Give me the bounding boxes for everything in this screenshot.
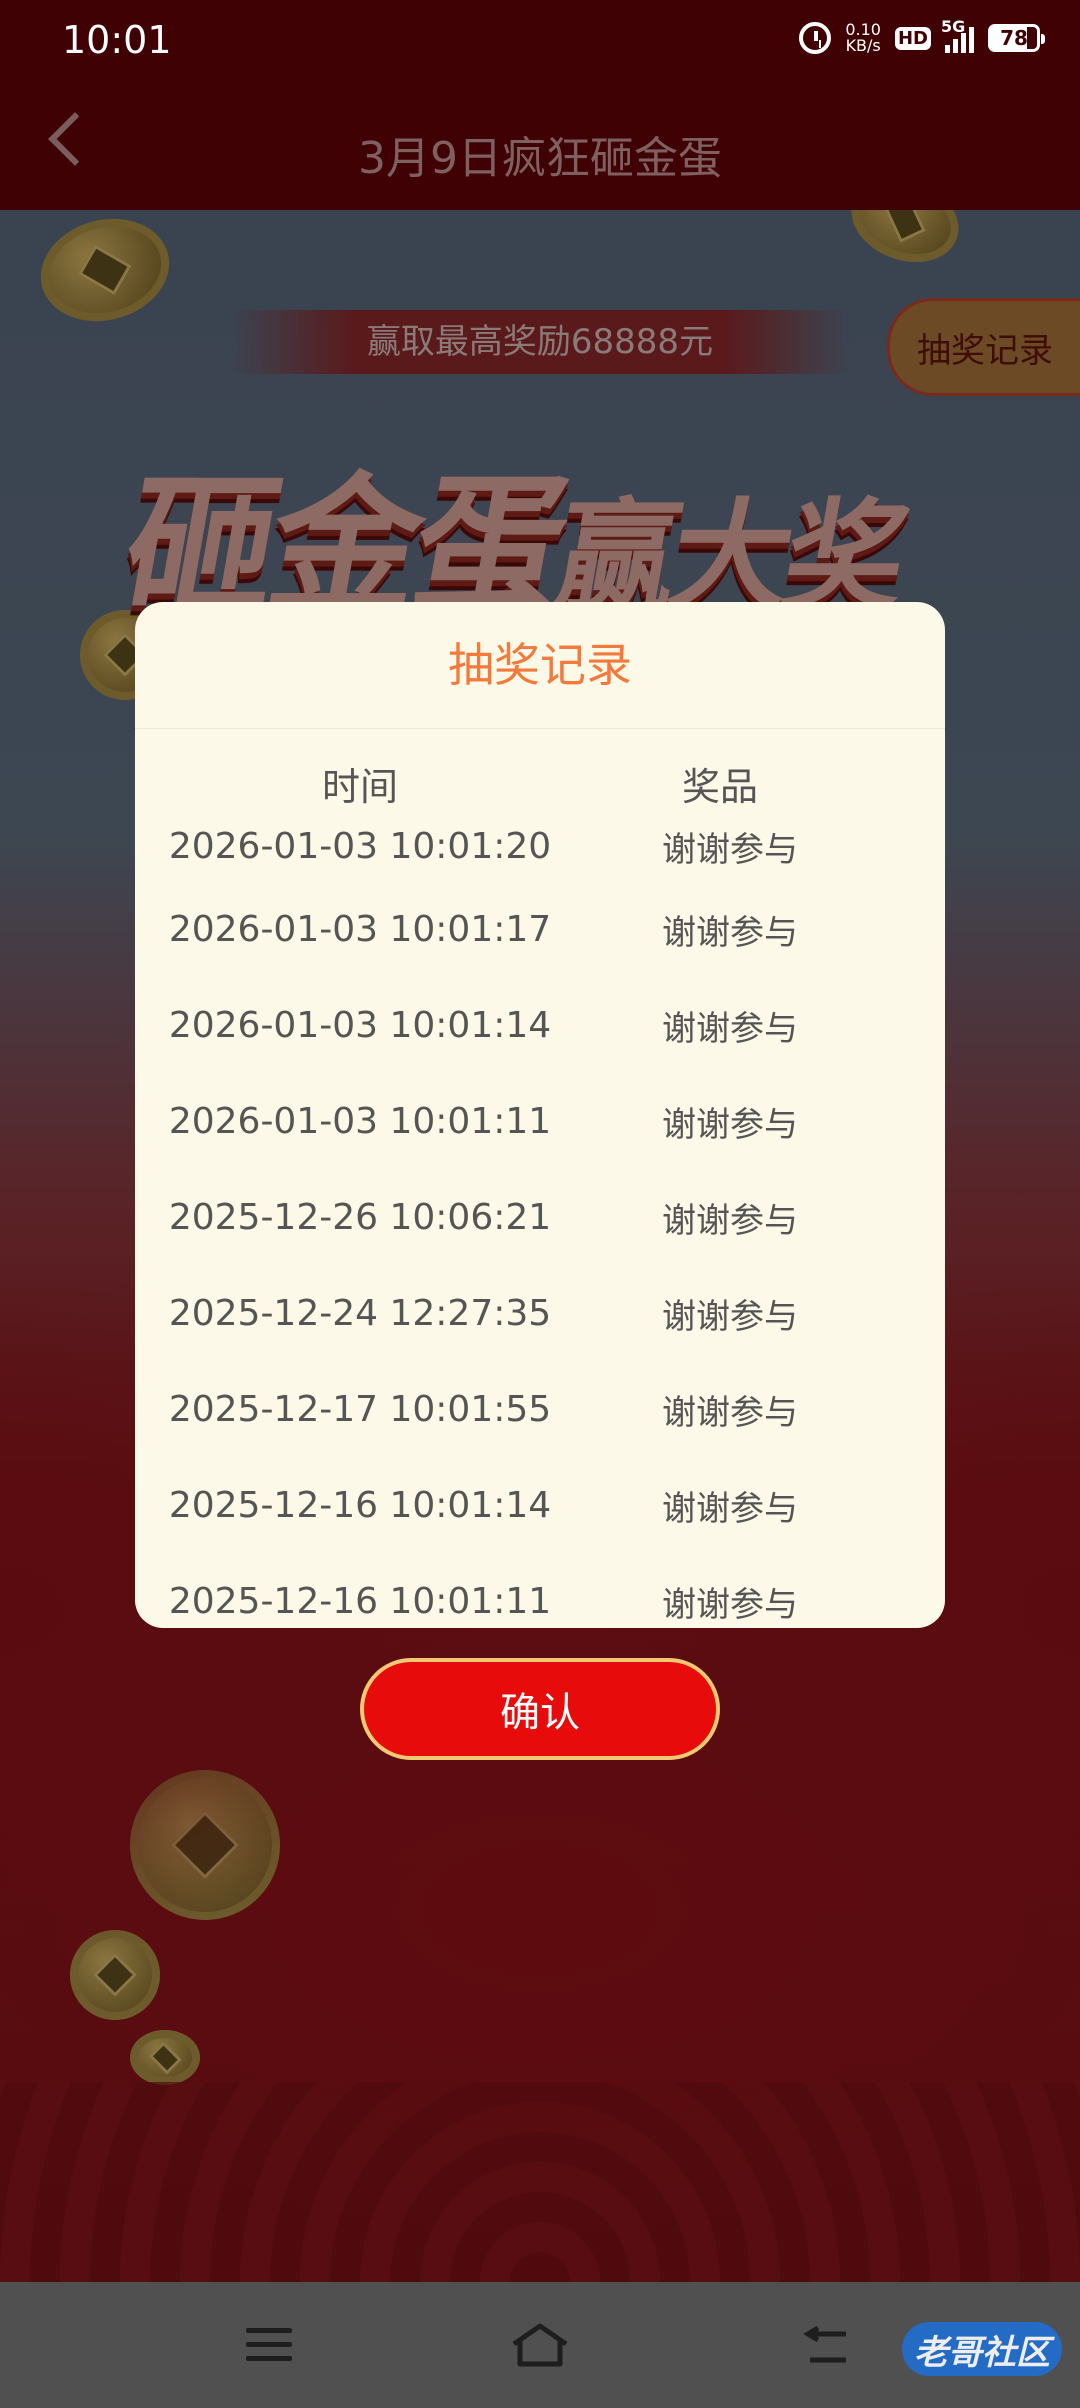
alarm-icon — [799, 22, 832, 54]
menu-icon[interactable] — [246, 2328, 292, 2362]
record-prize: 谢谢参与 — [662, 1392, 798, 1433]
system-navigation-bar: 老哥社区 — [0, 2282, 1080, 2408]
record-prize: 谢谢参与 — [662, 829, 798, 870]
hd-badge: HD — [894, 26, 931, 50]
record-time: 2025-12-24 12:27:35 — [168, 1292, 552, 1334]
table-row: 2026-01-03 10:01:14 谢谢参与 — [135, 977, 945, 1073]
record-prize: 谢谢参与 — [662, 1200, 798, 1241]
record-time: 2025-12-26 10:06:21 — [168, 1196, 552, 1238]
promo-banner: 赢取最高奖励68888元 — [230, 310, 850, 374]
table-row: 2025-12-17 10:01:55 谢谢参与 — [135, 1361, 945, 1457]
watermark-logo: 老哥社区 — [902, 2322, 1062, 2376]
network-speed-unit: KB/s — [845, 36, 881, 55]
dialog-title: 抽奖记录 — [135, 602, 945, 729]
table-row: 2026-01-03 10:01:17 谢谢参与 — [135, 881, 945, 977]
signal-icon: 5G — [941, 17, 974, 53]
table-row: 2025-12-26 10:06:21 谢谢参与 — [135, 1169, 945, 1265]
record-time: 2025-12-16 10:01:11 — [168, 1580, 552, 1622]
record-time: 2026-01-03 10:01:11 — [168, 1100, 552, 1142]
confirm-button[interactable]: 确认 — [360, 1658, 720, 1760]
table-header: 时间 奖品 — [135, 729, 945, 811]
record-list[interactable]: 2026-01-03 10:01:20 谢谢参与 2026-01-03 10:0… — [135, 811, 945, 1628]
status-time: 10:01 — [62, 18, 172, 62]
app-header: 3月9日疯狂砸金蛋 — [0, 84, 1080, 210]
back-icon[interactable] — [800, 2326, 850, 2366]
screen: 10:01 0.10 KB/s HD 5G 78 3月9日疯狂砸金蛋 赢取最高奖… — [0, 0, 1080, 2408]
network-type: 5G — [941, 17, 966, 36]
gold-coin-icon — [29, 210, 181, 336]
column-header-prize: 奖品 — [681, 765, 758, 809]
record-prize: 谢谢参与 — [662, 1104, 798, 1145]
decorative-waves — [0, 2082, 1080, 2282]
record-prize: 谢谢参与 — [662, 1584, 798, 1625]
status-bar: 10:01 0.10 KB/s HD 5G 78 — [0, 0, 1080, 84]
gold-coin-icon — [839, 210, 971, 277]
table-row: 2025-12-24 12:27:35 谢谢参与 — [135, 1265, 945, 1361]
record-prize: 谢谢参与 — [662, 912, 798, 953]
record-time: 2026-01-03 10:01:20 — [168, 825, 552, 867]
table-row: 2025-12-16 10:01:11 谢谢参与 — [135, 1553, 945, 1628]
record-time: 2026-01-03 10:01:17 — [168, 908, 552, 950]
record-prize: 谢谢参与 — [662, 1488, 798, 1529]
page-title: 3月9日疯狂砸金蛋 — [358, 133, 722, 184]
lottery-record-button[interactable]: 抽奖记录 — [887, 298, 1080, 396]
table-row: 2025-12-16 10:01:14 谢谢参与 — [135, 1457, 945, 1553]
status-icons: 0.10 KB/s HD 5G 78 — [799, 17, 1045, 54]
home-icon[interactable] — [510, 2322, 570, 2368]
battery-icon: 78 — [988, 24, 1045, 52]
column-header-time: 时间 — [321, 765, 398, 809]
record-time: 2025-12-17 10:01:55 — [168, 1388, 552, 1430]
table-row: 2026-01-03 10:01:11 谢谢参与 — [135, 1073, 945, 1169]
record-time: 2026-01-03 10:01:14 — [168, 1004, 552, 1046]
record-time: 2025-12-16 10:01:14 — [168, 1484, 552, 1526]
record-prize: 谢谢参与 — [662, 1296, 798, 1337]
record-prize: 谢谢参与 — [662, 1008, 798, 1049]
lottery-record-dialog: 抽奖记录 时间 奖品 2026-01-03 10:01:20 谢谢参与 2026… — [135, 602, 945, 1628]
table-row: 2026-01-03 10:01:20 谢谢参与 — [135, 811, 945, 881]
network-speed: 0.10 KB/s — [845, 22, 881, 54]
